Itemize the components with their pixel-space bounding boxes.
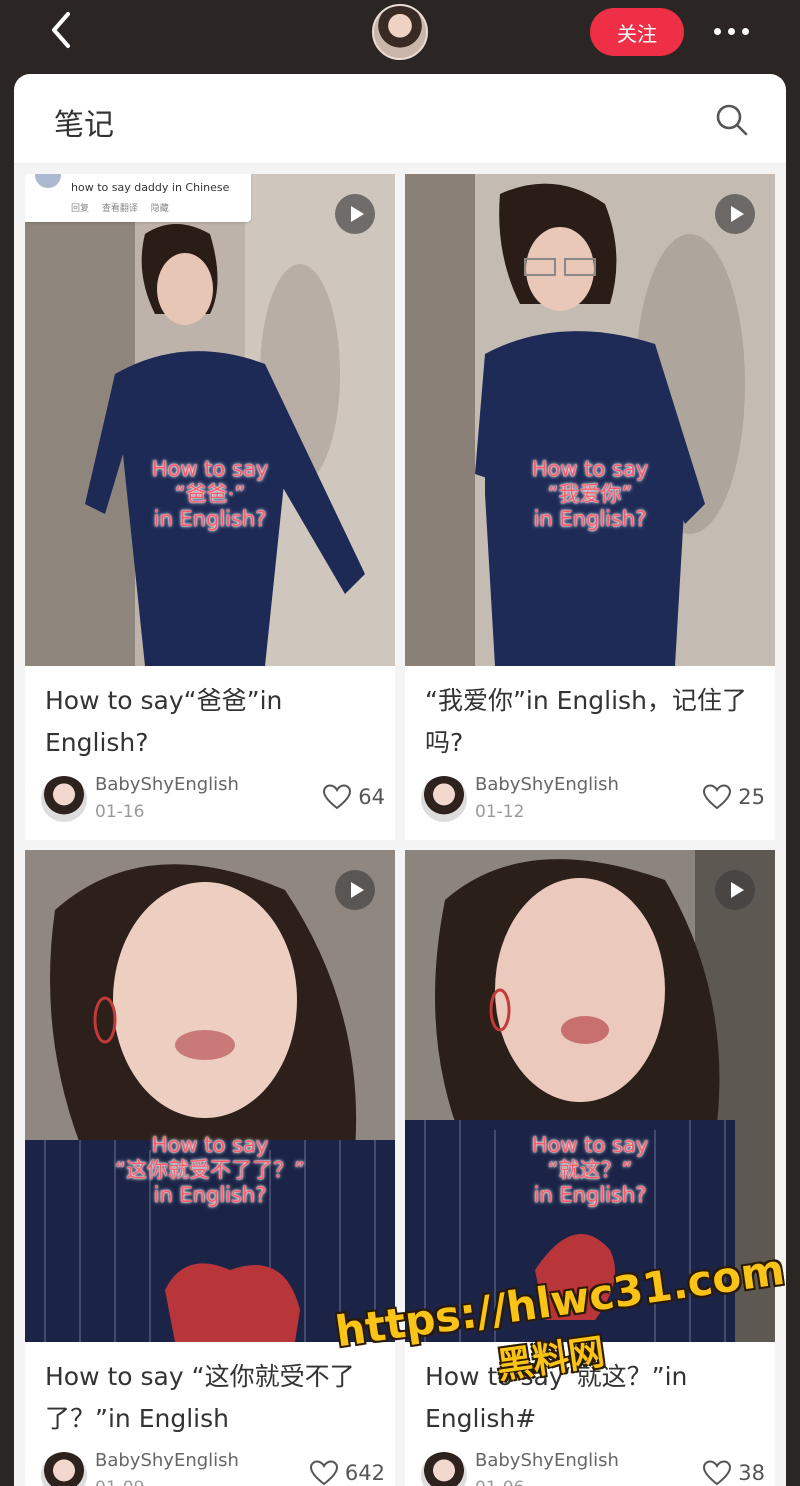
profile-avatar[interactable] bbox=[372, 4, 428, 60]
note-card[interactable]: How to say “这你就受不了了？” in English? How to… bbox=[25, 850, 395, 1486]
note-title[interactable]: “我爱你”in English，记住了吗? bbox=[425, 680, 765, 764]
play-icon bbox=[715, 194, 755, 234]
notes-grid: how to say daddy in Chinese 回复 查看翻译 隐藏 H… bbox=[14, 164, 786, 1486]
video-cover-image bbox=[405, 850, 775, 1342]
note-title[interactable]: How to say“爸爸”in English? bbox=[45, 680, 385, 764]
author-avatar[interactable] bbox=[421, 776, 467, 822]
video-overlay-text: How to say “爸爸·” in English? bbox=[151, 457, 269, 531]
like-button[interactable]: 38 bbox=[702, 1458, 765, 1486]
note-card[interactable]: How to say “我爱你” in English? “我爱你”in Eng… bbox=[405, 174, 775, 840]
note-thumbnail[interactable]: How to say “我爱你” in English? bbox=[405, 174, 775, 666]
panel-header: 笔记 bbox=[14, 74, 786, 164]
post-date: 01-12 bbox=[475, 802, 525, 822]
like-count: 25 bbox=[738, 785, 765, 809]
author-name[interactable]: BabyShyEnglish bbox=[95, 1450, 239, 1471]
play-icon bbox=[335, 870, 375, 910]
note-author-row: BabyShyEnglish 01-06 38 bbox=[421, 1450, 765, 1486]
comment-caption: how to say daddy in Chinese 回复 查看翻译 隐藏 bbox=[25, 174, 251, 222]
search-button[interactable] bbox=[714, 102, 750, 138]
note-thumbnail[interactable]: how to say daddy in Chinese 回复 查看翻译 隐藏 H… bbox=[25, 174, 395, 666]
note-card[interactable]: how to say daddy in Chinese 回复 查看翻译 隐藏 H… bbox=[25, 174, 395, 840]
video-cover-image bbox=[25, 850, 395, 1342]
back-button[interactable] bbox=[44, 8, 80, 52]
caption-actions: 回复 查看翻译 隐藏 bbox=[71, 204, 169, 214]
note-card[interactable]: How to say “就这？” in English? How to say“… bbox=[405, 850, 775, 1486]
play-icon bbox=[715, 870, 755, 910]
author-name[interactable]: BabyShyEnglish bbox=[475, 1450, 619, 1471]
like-button[interactable]: 64 bbox=[322, 782, 385, 812]
chevron-left-icon bbox=[52, 12, 70, 48]
top-bar: 关注 bbox=[0, 0, 800, 70]
note-author-row: BabyShyEnglish 01-16 64 bbox=[41, 774, 385, 826]
panel-title: 笔记 bbox=[54, 108, 114, 143]
play-icon bbox=[335, 194, 375, 234]
post-date: 01-06 bbox=[475, 1478, 524, 1486]
post-date: 01-09 bbox=[95, 1478, 144, 1486]
note-author-row: BabyShyEnglish 01-12 25 bbox=[421, 774, 765, 826]
author-avatar[interactable] bbox=[41, 776, 87, 822]
video-cover-image bbox=[405, 174, 775, 666]
like-button[interactable]: 642 bbox=[309, 1458, 385, 1486]
heart-icon bbox=[703, 1460, 732, 1486]
note-title[interactable]: How to say “这你就受不了了？”in English bbox=[45, 1356, 385, 1440]
video-overlay-text: How to say “这你就受不了了？” in English? bbox=[115, 1133, 305, 1207]
author-avatar[interactable] bbox=[421, 1452, 467, 1486]
like-count: 64 bbox=[358, 785, 385, 809]
note-thumbnail[interactable]: How to say “这你就受不了了？” in English? bbox=[25, 850, 395, 1342]
caption-avatar bbox=[35, 174, 61, 188]
note-thumbnail[interactable]: How to say “就这？” in English? bbox=[405, 850, 775, 1342]
author-avatar[interactable] bbox=[41, 1452, 87, 1486]
search-icon bbox=[716, 104, 748, 136]
video-cover-image bbox=[25, 174, 395, 666]
heart-icon bbox=[703, 784, 732, 810]
notes-panel: 笔记 how to say daddy in Chinese 回复 查看翻译 隐… bbox=[14, 74, 786, 1486]
more-options-icon[interactable] bbox=[708, 20, 754, 42]
note-author-row: BabyShyEnglish 01-09 642 bbox=[41, 1450, 385, 1486]
like-count: 642 bbox=[344, 1461, 385, 1485]
video-overlay-text: How to say “我爱你” in English? bbox=[531, 457, 649, 531]
author-name[interactable]: BabyShyEnglish bbox=[95, 774, 239, 795]
video-overlay-text: How to say “就这？” in English? bbox=[531, 1133, 649, 1207]
follow-button[interactable]: 关注 bbox=[590, 8, 684, 56]
like-count: 38 bbox=[738, 1461, 765, 1485]
heart-icon bbox=[309, 1460, 338, 1486]
like-button[interactable]: 25 bbox=[702, 782, 765, 812]
note-title[interactable]: How to say“就这？”in English# bbox=[425, 1356, 765, 1440]
author-name[interactable]: BabyShyEnglish bbox=[475, 774, 619, 795]
caption-text: how to say daddy in Chinese bbox=[71, 181, 230, 194]
post-date: 01-16 bbox=[95, 802, 145, 822]
heart-icon bbox=[323, 784, 352, 810]
